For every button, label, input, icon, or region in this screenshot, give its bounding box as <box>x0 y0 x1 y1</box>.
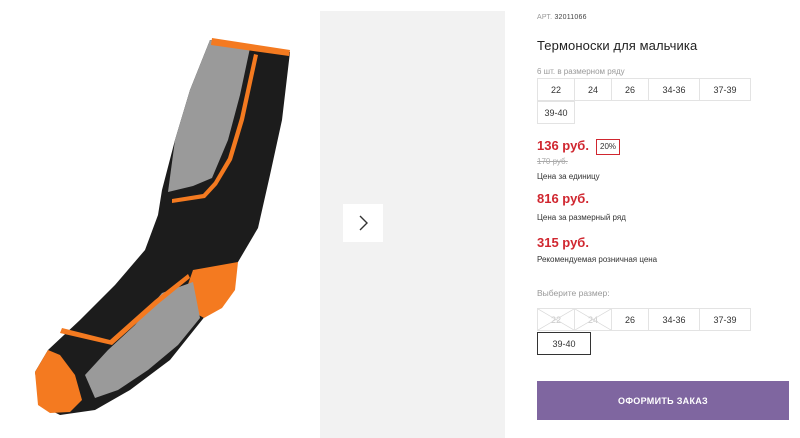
unit-price: 136 руб. <box>537 138 589 153</box>
chevron-right-icon <box>359 215 368 231</box>
range-size-cell: 34-36 <box>648 78 700 101</box>
product-title: Термоноски для мальчика <box>537 38 698 53</box>
range-price-caption: Цена за размерный ряд <box>537 213 626 222</box>
old-price: 170 руб. <box>537 157 568 166</box>
size-option[interactable]: 34-36 <box>648 308 700 331</box>
cross-out-icon <box>538 309 574 330</box>
unit-price-caption: Цена за единицу <box>537 172 600 181</box>
size-range-grid: 22 24 26 34-36 37-39 39-40 <box>537 78 755 125</box>
retail-price-caption: Рекомендуемая розничная цена <box>537 255 658 264</box>
size-range-note: 6 шт. в размерном ряду <box>537 67 625 76</box>
size-selector: 22 24 26 34-36 37-39 39-40 <box>537 308 755 356</box>
range-size-cell: 39-40 <box>537 101 575 124</box>
range-size-cell: 37-39 <box>699 78 751 101</box>
product-photo <box>0 0 318 438</box>
size-option[interactable]: 26 <box>611 308 649 331</box>
order-button[interactable]: ОФОРМИТЬ ЗАКАЗ <box>537 381 789 420</box>
cross-out-icon <box>575 309 611 330</box>
sock-image <box>35 38 290 415</box>
size-option[interactable]: 37-39 <box>699 308 751 331</box>
range-size-cell: 22 <box>537 78 575 101</box>
sku-line: АРТ. 32011066 <box>537 14 587 21</box>
size-option-disabled: 22 <box>537 308 575 331</box>
discount-badge: 20% <box>596 139 621 155</box>
sku-label: АРТ. <box>537 14 553 21</box>
next-image-button[interactable] <box>343 204 383 242</box>
size-select-label: Выберите размер: <box>537 288 610 298</box>
size-option-disabled: 24 <box>574 308 612 331</box>
range-size-cell: 26 <box>611 78 649 101</box>
size-option-selected[interactable]: 39-40 <box>537 332 591 355</box>
retail-price: 315 руб. <box>537 235 589 250</box>
range-size-cell: 24 <box>574 78 612 101</box>
range-price: 816 руб. <box>537 191 589 206</box>
sku-value: 32011066 <box>554 14 587 21</box>
product-info: АРТ. 32011066 Термоноски для мальчика 6 … <box>537 0 792 438</box>
